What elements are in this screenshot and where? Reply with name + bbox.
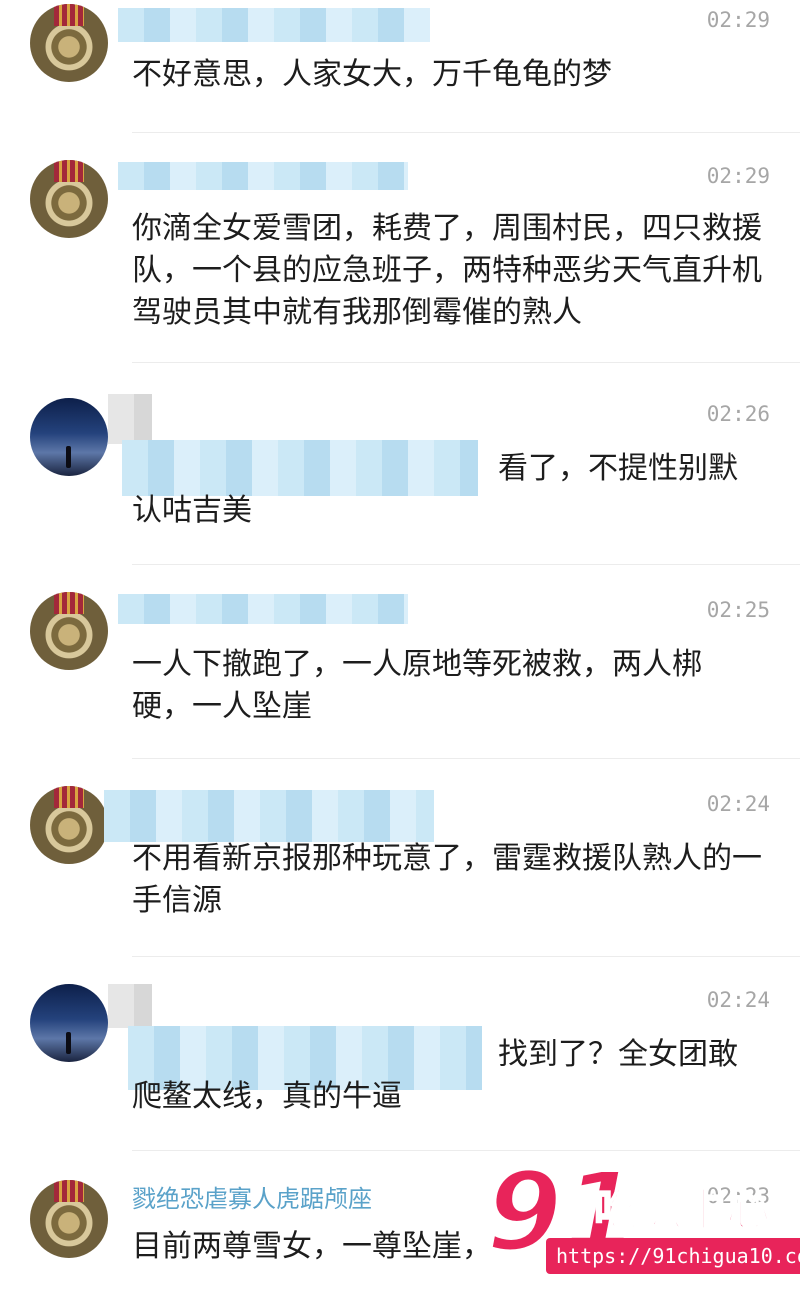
- comment-text: 一人下撤跑了，一人原地等死被救，两人梆硬，一人坠崖: [132, 647, 702, 724]
- avatar[interactable]: [30, 398, 108, 476]
- comment-text: 找到了？全女团敢爬鳌太线，真的牛逼: [132, 1037, 738, 1114]
- watermark-url: https://91chigua10.com: [546, 1238, 800, 1274]
- redacted-username: [108, 394, 152, 444]
- comment-text: 不用看新京报那种玩意了，雷霆救援队熟人的一手信源: [132, 841, 762, 918]
- redacted-username: [104, 790, 434, 842]
- comment-time: 02:24: [706, 792, 770, 816]
- comment-username[interactable]: 戮绝恐虐寡人虎踞颅座: [132, 1182, 372, 1216]
- comment-text: 看了，不提性别默认咕吉美: [132, 451, 738, 528]
- comment-time: 02:25: [706, 598, 770, 622]
- divider: [132, 132, 800, 133]
- comment-text: 目前两尊雪女，一尊坠崖，: [132, 1229, 492, 1264]
- avatar[interactable]: [30, 160, 108, 238]
- redacted-username: [108, 984, 152, 1028]
- avatar[interactable]: [30, 592, 108, 670]
- comment-text: 你滴全女爱雪团，耗费了，周围村民，四只救援队，一个县的应急班子，两特种恶劣天气直…: [132, 211, 762, 330]
- divider: [132, 1150, 800, 1151]
- avatar[interactable]: [30, 786, 108, 864]
- divider: [132, 956, 800, 957]
- comment-time: 02:29: [706, 8, 770, 32]
- redacted-username: [118, 594, 408, 624]
- avatar[interactable]: [30, 1180, 108, 1258]
- divider: [132, 362, 800, 363]
- comment-time: 02:29: [706, 164, 770, 188]
- divider: [132, 564, 800, 565]
- redacted-username: [118, 162, 408, 190]
- comment-time: 02:26: [706, 402, 770, 426]
- watermark-name: 吃瓜中心: [593, 1184, 771, 1237]
- avatar[interactable]: [30, 984, 108, 1062]
- redacted-username: [118, 8, 430, 42]
- comment-time: 02:24: [706, 988, 770, 1012]
- site-watermark: 91 吃瓜中心 https://91chigua10.com: [484, 1150, 800, 1298]
- divider: [132, 758, 800, 759]
- comment-text: 不好意思，人家女大，万千龟龟的梦: [132, 57, 612, 92]
- avatar[interactable]: [30, 4, 108, 82]
